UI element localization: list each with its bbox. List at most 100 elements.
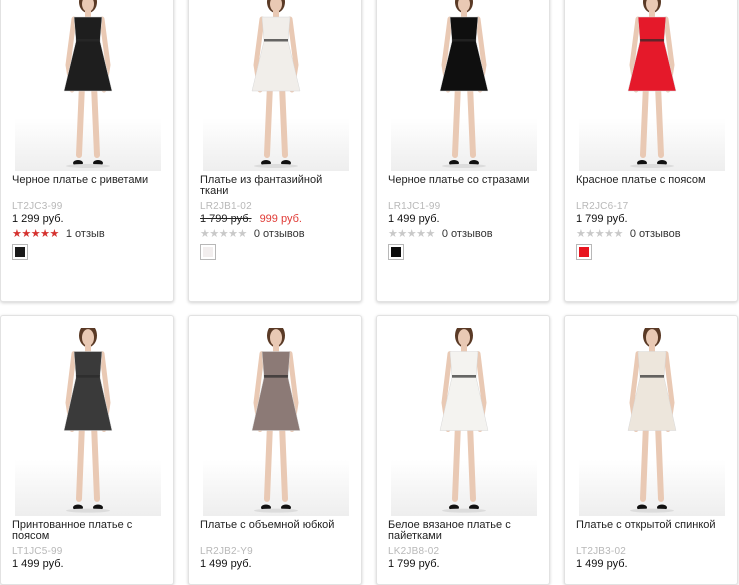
floor-shadow <box>254 164 298 168</box>
product-photo[interactable] <box>15 0 161 171</box>
belt-shape <box>452 39 476 42</box>
product-rating: ★★★★★ 0 отзывов <box>388 227 493 241</box>
neck-shape <box>85 11 91 17</box>
product-card[interactable]: Платье с открытой спинкой LT2JB3-02 1 49… <box>564 315 738 585</box>
rating-stars: ★★★★★ <box>388 227 435 240</box>
product-price: 1 799 руб. <box>576 213 628 225</box>
rating-stars: ★★★★★ <box>576 227 623 240</box>
product-name[interactable]: Черное платье с риветами <box>12 175 162 186</box>
right-leg <box>655 421 664 502</box>
rating-stars: ★★★★★ <box>12 227 59 240</box>
right-leg <box>91 82 100 158</box>
reviews-link[interactable]: 0 отзывов <box>254 228 305 240</box>
product-name[interactable]: Платье из фантазийной ткани <box>200 175 350 197</box>
product-sku: LT2JB3-02 <box>576 546 626 557</box>
product-photo[interactable] <box>15 328 161 516</box>
product-card[interactable]: Черное платье со стразами LR1JC1-99 1 49… <box>376 0 550 302</box>
belt-shape <box>640 375 664 378</box>
rating-stars: ★★★★★ <box>200 227 247 240</box>
right-leg <box>655 82 664 158</box>
product-card[interactable]: Платье из фантазийной ткани LR2JB1-02 1 … <box>188 0 362 302</box>
head-shape <box>270 329 282 347</box>
head-shape <box>82 329 94 347</box>
product-photo[interactable] <box>203 328 349 516</box>
product-name[interactable]: Черное платье со стразами <box>388 175 538 186</box>
belt-shape <box>76 39 100 42</box>
product-photo[interactable] <box>391 0 537 171</box>
product-price: 1 799 руб. <box>388 558 440 570</box>
product-name[interactable]: Белое вязаное платье с пайетками <box>388 520 538 542</box>
star-icon: ★ <box>218 228 229 240</box>
star-icon: ★ <box>209 228 219 240</box>
product-sku: LT1JC5-99 <box>12 546 63 557</box>
right-leg <box>467 82 476 158</box>
star-icon: ★ <box>425 228 436 240</box>
color-swatch[interactable] <box>388 244 404 260</box>
color-swatch[interactable] <box>200 244 216 260</box>
product-name[interactable]: Принтованное платье с поясом <box>12 520 162 542</box>
product-sku: LK2JB8-02 <box>388 546 440 557</box>
product-card[interactable]: Белое вязаное платье с пайетками LK2JB8-… <box>376 315 550 585</box>
floor-shadow <box>254 508 298 513</box>
product-sku: LR2JB1-02 <box>200 201 252 212</box>
product-photo[interactable] <box>579 0 725 171</box>
product-sku: LR1JC1-99 <box>388 201 441 212</box>
star-icon: ★ <box>228 228 238 240</box>
right-leg <box>279 421 288 502</box>
product-sku: LT2JC3-99 <box>12 201 63 212</box>
model-figure <box>439 0 489 168</box>
reviews-link[interactable]: 1 отзыв <box>66 228 105 240</box>
product-rating: ★★★★★ 1 отзыв <box>12 227 105 241</box>
product-card[interactable]: Платье с объемной юбкой LR2JB2-Y9 1 499 … <box>188 315 362 585</box>
floor-shadow <box>630 508 674 513</box>
current-price: 1 499 руб. <box>200 558 252 570</box>
product-name[interactable]: Красное платье с поясом <box>576 175 726 186</box>
model-figure <box>251 0 301 168</box>
left-leg <box>264 421 273 502</box>
star-icon: ★ <box>406 228 417 240</box>
neck-shape <box>85 345 91 352</box>
old-price: 1 799 руб. <box>200 213 252 225</box>
reviews-link[interactable]: 0 отзывов <box>630 228 681 240</box>
product-card[interactable]: Принтованное платье с поясом LT1JC5-99 1… <box>0 315 174 585</box>
product-price: 1 499 руб. <box>576 558 628 570</box>
color-swatch[interactable] <box>576 244 592 260</box>
neck-shape <box>273 11 279 17</box>
star-icon: ★ <box>416 228 426 240</box>
product-photo[interactable] <box>579 328 725 516</box>
neck-shape <box>273 345 279 352</box>
star-icon: ★ <box>30 228 41 240</box>
belt-shape <box>76 375 100 378</box>
floor-shadow <box>442 164 486 168</box>
model-figure <box>627 0 677 168</box>
model-figure <box>251 328 301 513</box>
star-icon: ★ <box>613 228 624 240</box>
color-swatch[interactable] <box>12 244 28 260</box>
right-leg <box>91 421 100 502</box>
left-leg <box>640 82 649 158</box>
neck-shape <box>461 345 467 352</box>
star-icon: ★ <box>585 228 595 240</box>
star-icon: ★ <box>237 228 248 240</box>
neck-shape <box>649 345 655 352</box>
head-shape <box>458 329 470 347</box>
reviews-link[interactable]: 0 отзывов <box>442 228 493 240</box>
product-card[interactable]: Черное платье с риветами LT2JC3-99 1 299… <box>0 0 174 302</box>
star-icon: ★ <box>594 228 605 240</box>
product-name[interactable]: Платье с открытой спинкой <box>576 520 726 531</box>
star-icon: ★ <box>397 228 407 240</box>
sale-price: 999 руб. <box>259 213 302 225</box>
product-name[interactable]: Платье с объемной юбкой <box>200 520 350 531</box>
right-leg <box>467 421 476 502</box>
neck-shape <box>461 11 467 17</box>
floor-shadow <box>66 508 110 513</box>
product-photo[interactable] <box>391 328 537 516</box>
belt-shape <box>452 375 476 378</box>
product-card[interactable]: Красное платье с поясом LR2JC6-17 1 799 … <box>564 0 738 302</box>
left-leg <box>640 421 649 502</box>
star-icon: ★ <box>576 228 586 240</box>
star-icon: ★ <box>604 228 614 240</box>
neck-shape <box>649 11 655 17</box>
product-photo[interactable] <box>203 0 349 171</box>
product-sku: LR2JC6-17 <box>576 201 629 212</box>
